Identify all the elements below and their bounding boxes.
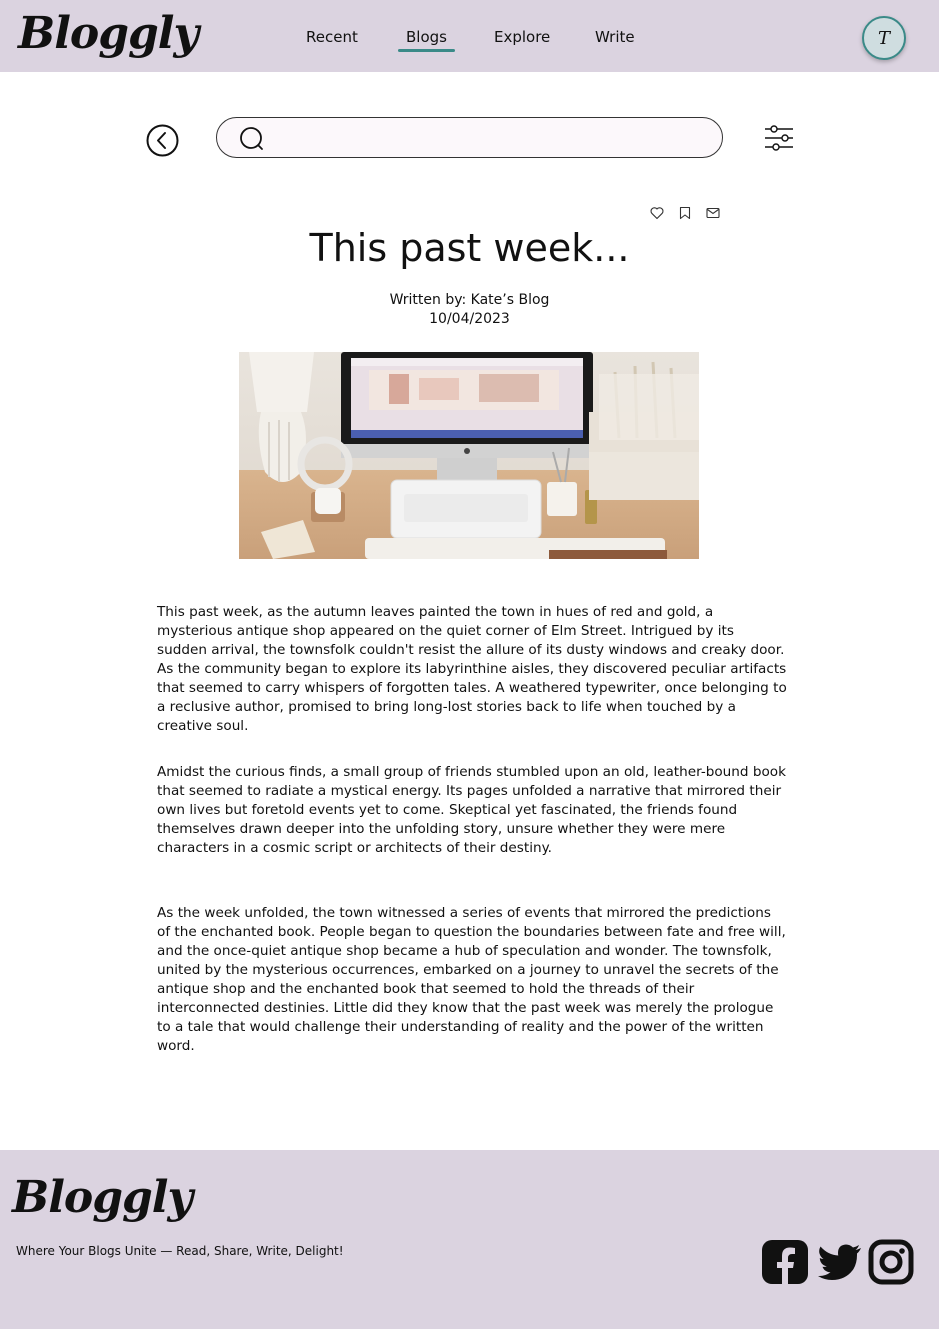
sliders-icon: [765, 125, 793, 151]
twitter-link[interactable]: [815, 1238, 863, 1286]
nav-explore[interactable]: Explore: [494, 28, 550, 46]
article-paragraph-1: This past week, as the autumn leaves pai…: [157, 604, 787, 734]
back-circle-icon: [146, 124, 179, 157]
user-avatar[interactable]: T: [862, 16, 906, 60]
article-meta: Written by: Kate’s Blog 10/04/2023: [0, 291, 939, 329]
bookmark-icon: [679, 206, 691, 220]
nav-recent[interactable]: Recent: [306, 28, 358, 46]
search-bar: [216, 117, 723, 158]
share-button[interactable]: [706, 205, 720, 219]
footer-tagline: Where Your Blogs Unite — Read, Share, Wr…: [16, 1244, 344, 1258]
twitter-icon: [818, 1244, 861, 1280]
article-actions: [650, 205, 720, 220]
instagram-link[interactable]: [867, 1238, 915, 1286]
nav-blogs[interactable]: Blogs: [398, 28, 455, 52]
article-author[interactable]: Written by: Kate’s Blog: [0, 291, 939, 310]
like-button[interactable]: [650, 205, 664, 220]
article-paragraph-2: Amidst the curious finds, a small group …: [157, 764, 786, 856]
bookmark-button[interactable]: [678, 205, 692, 220]
site-footer: Bloggly Where Your Blogs Unite — Read, S…: [0, 1150, 939, 1329]
article-hero-image: [239, 352, 699, 559]
article-date: 10/04/2023: [429, 311, 510, 327]
site-logo[interactable]: Bloggly: [18, 8, 199, 59]
search-icon[interactable]: [239, 126, 265, 152]
heart-icon: [650, 207, 664, 220]
instagram-icon: [868, 1239, 914, 1285]
facebook-icon: [762, 1240, 808, 1284]
filter-button[interactable]: [764, 123, 794, 153]
back-button[interactable]: [146, 124, 179, 157]
mail-icon: [706, 207, 720, 219]
search-input[interactable]: [277, 124, 707, 152]
article-title: This past week...: [309, 226, 630, 270]
footer-logo[interactable]: Bloggly: [12, 1172, 193, 1223]
nav-write[interactable]: Write: [595, 28, 635, 46]
top-header: Bloggly Recent Blogs Explore Write T: [0, 0, 939, 72]
facebook-link[interactable]: [761, 1238, 809, 1286]
article-paragraph-3: As the week unfolded, the town witnessed…: [157, 905, 786, 1054]
